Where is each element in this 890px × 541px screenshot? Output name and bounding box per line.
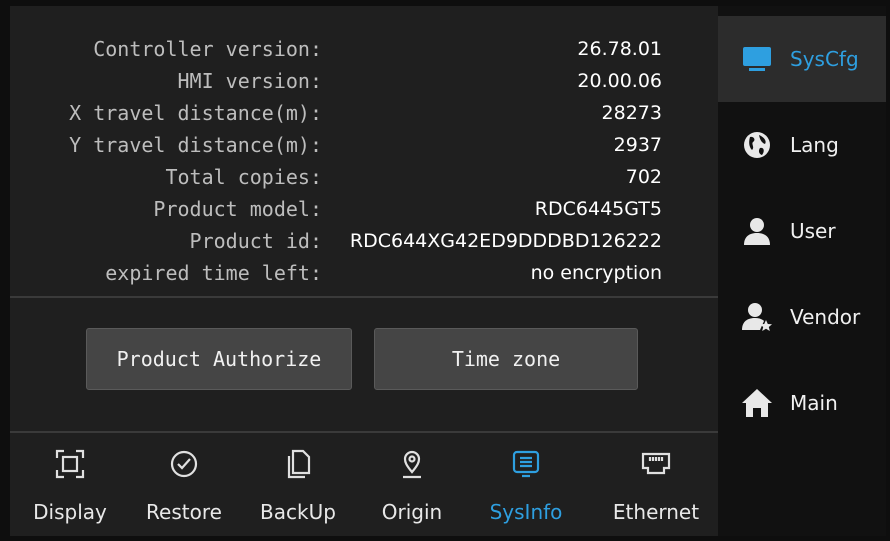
info-label: Y travel distance(m):	[69, 133, 322, 157]
sidebar-item-label: Main	[790, 391, 838, 415]
user-icon	[744, 218, 770, 245]
info-value: no encryption	[530, 262, 662, 284]
tab-ethernet[interactable]: Ethernet	[600, 436, 712, 536]
info-row-x-travel: X travel distance(m): 28273	[10, 100, 718, 126]
divider	[10, 296, 718, 298]
info-value: RDC644XG42ED9DDDBD126222	[349, 230, 662, 252]
info-label: X travel distance(m):	[69, 101, 322, 125]
sidebar-item-main[interactable]: Main	[718, 360, 886, 446]
info-value: RDC6445GT5	[534, 198, 662, 220]
divider	[10, 431, 718, 433]
backup-icon	[287, 449, 311, 479]
tab-label: Display	[33, 500, 107, 524]
info-label: HMI version:	[177, 69, 323, 93]
info-value: 20.00.06	[577, 70, 662, 92]
globe-icon	[744, 132, 770, 158]
main-panel: Controller version: 26.78.01 HMI version…	[10, 6, 718, 536]
info-row-controller-version: Controller version: 26.78.01	[10, 36, 718, 62]
sidebar-item-vendor[interactable]: Vendor	[718, 274, 886, 360]
info-value: 26.78.01	[577, 38, 662, 60]
info-label: Total copies:	[165, 165, 322, 189]
info-value: 702	[625, 166, 662, 188]
sidebar-item-label: User	[790, 219, 836, 243]
sidebar-item-label: SysCfg	[790, 47, 859, 71]
sidebar: SysCfg Lang User Vendor Main	[718, 6, 886, 536]
sidebar-item-lang[interactable]: Lang	[718, 102, 886, 188]
tab-backup[interactable]: BackUp	[242, 436, 354, 536]
product-authorize-button[interactable]: Product Authorize	[86, 328, 352, 390]
sidebar-item-user[interactable]: User	[718, 188, 886, 274]
monitor-icon	[743, 47, 771, 71]
info-label: Controller version:	[93, 37, 322, 61]
info-row-expired-time: expired time left: no encryption	[10, 260, 718, 286]
sysinfo-icon	[512, 450, 540, 478]
sidebar-item-syscfg[interactable]: SysCfg	[718, 16, 886, 102]
time-zone-button[interactable]: Time zone	[374, 328, 638, 390]
info-value: 2937	[613, 134, 662, 156]
screen: Controller version: 26.78.01 HMI version…	[10, 6, 886, 536]
restore-icon	[170, 450, 198, 478]
tab-display[interactable]: Display	[14, 436, 126, 536]
info-row-hmi-version: HMI version: 20.00.06	[10, 68, 718, 94]
tab-label: BackUp	[260, 500, 336, 524]
tab-label: SysInfo	[489, 500, 563, 524]
info-label: Product id:	[189, 229, 322, 253]
sidebar-item-label: Lang	[790, 133, 839, 157]
info-row-y-travel: Y travel distance(m): 2937	[10, 132, 718, 158]
tab-restore[interactable]: Restore	[128, 436, 240, 536]
info-label: Product model:	[153, 197, 322, 221]
tab-label: Ethernet	[612, 500, 700, 524]
info-row-product-model: Product model: RDC6445GT5	[10, 196, 718, 222]
info-row-total-copies: Total copies: 702	[10, 164, 718, 190]
display-icon	[55, 449, 85, 479]
sidebar-item-label: Vendor	[790, 305, 861, 329]
home-icon	[742, 389, 772, 417]
tab-label: Origin	[381, 500, 443, 524]
tab-origin[interactable]: Origin	[356, 436, 468, 536]
info-value: 28273	[601, 102, 662, 124]
tab-sysinfo[interactable]: SysInfo	[470, 436, 582, 536]
tab-label: Restore	[146, 500, 222, 524]
vendor-icon	[742, 303, 772, 331]
info-label: expired time left:	[105, 261, 322, 285]
origin-icon	[403, 450, 421, 479]
info-row-product-id: Product id: RDC644XG42ED9DDDBD126222	[10, 228, 718, 254]
ethernet-icon	[641, 452, 671, 475]
bottom-tab-bar: Display Restore BackUp Origin SysInfo Et…	[10, 436, 718, 536]
